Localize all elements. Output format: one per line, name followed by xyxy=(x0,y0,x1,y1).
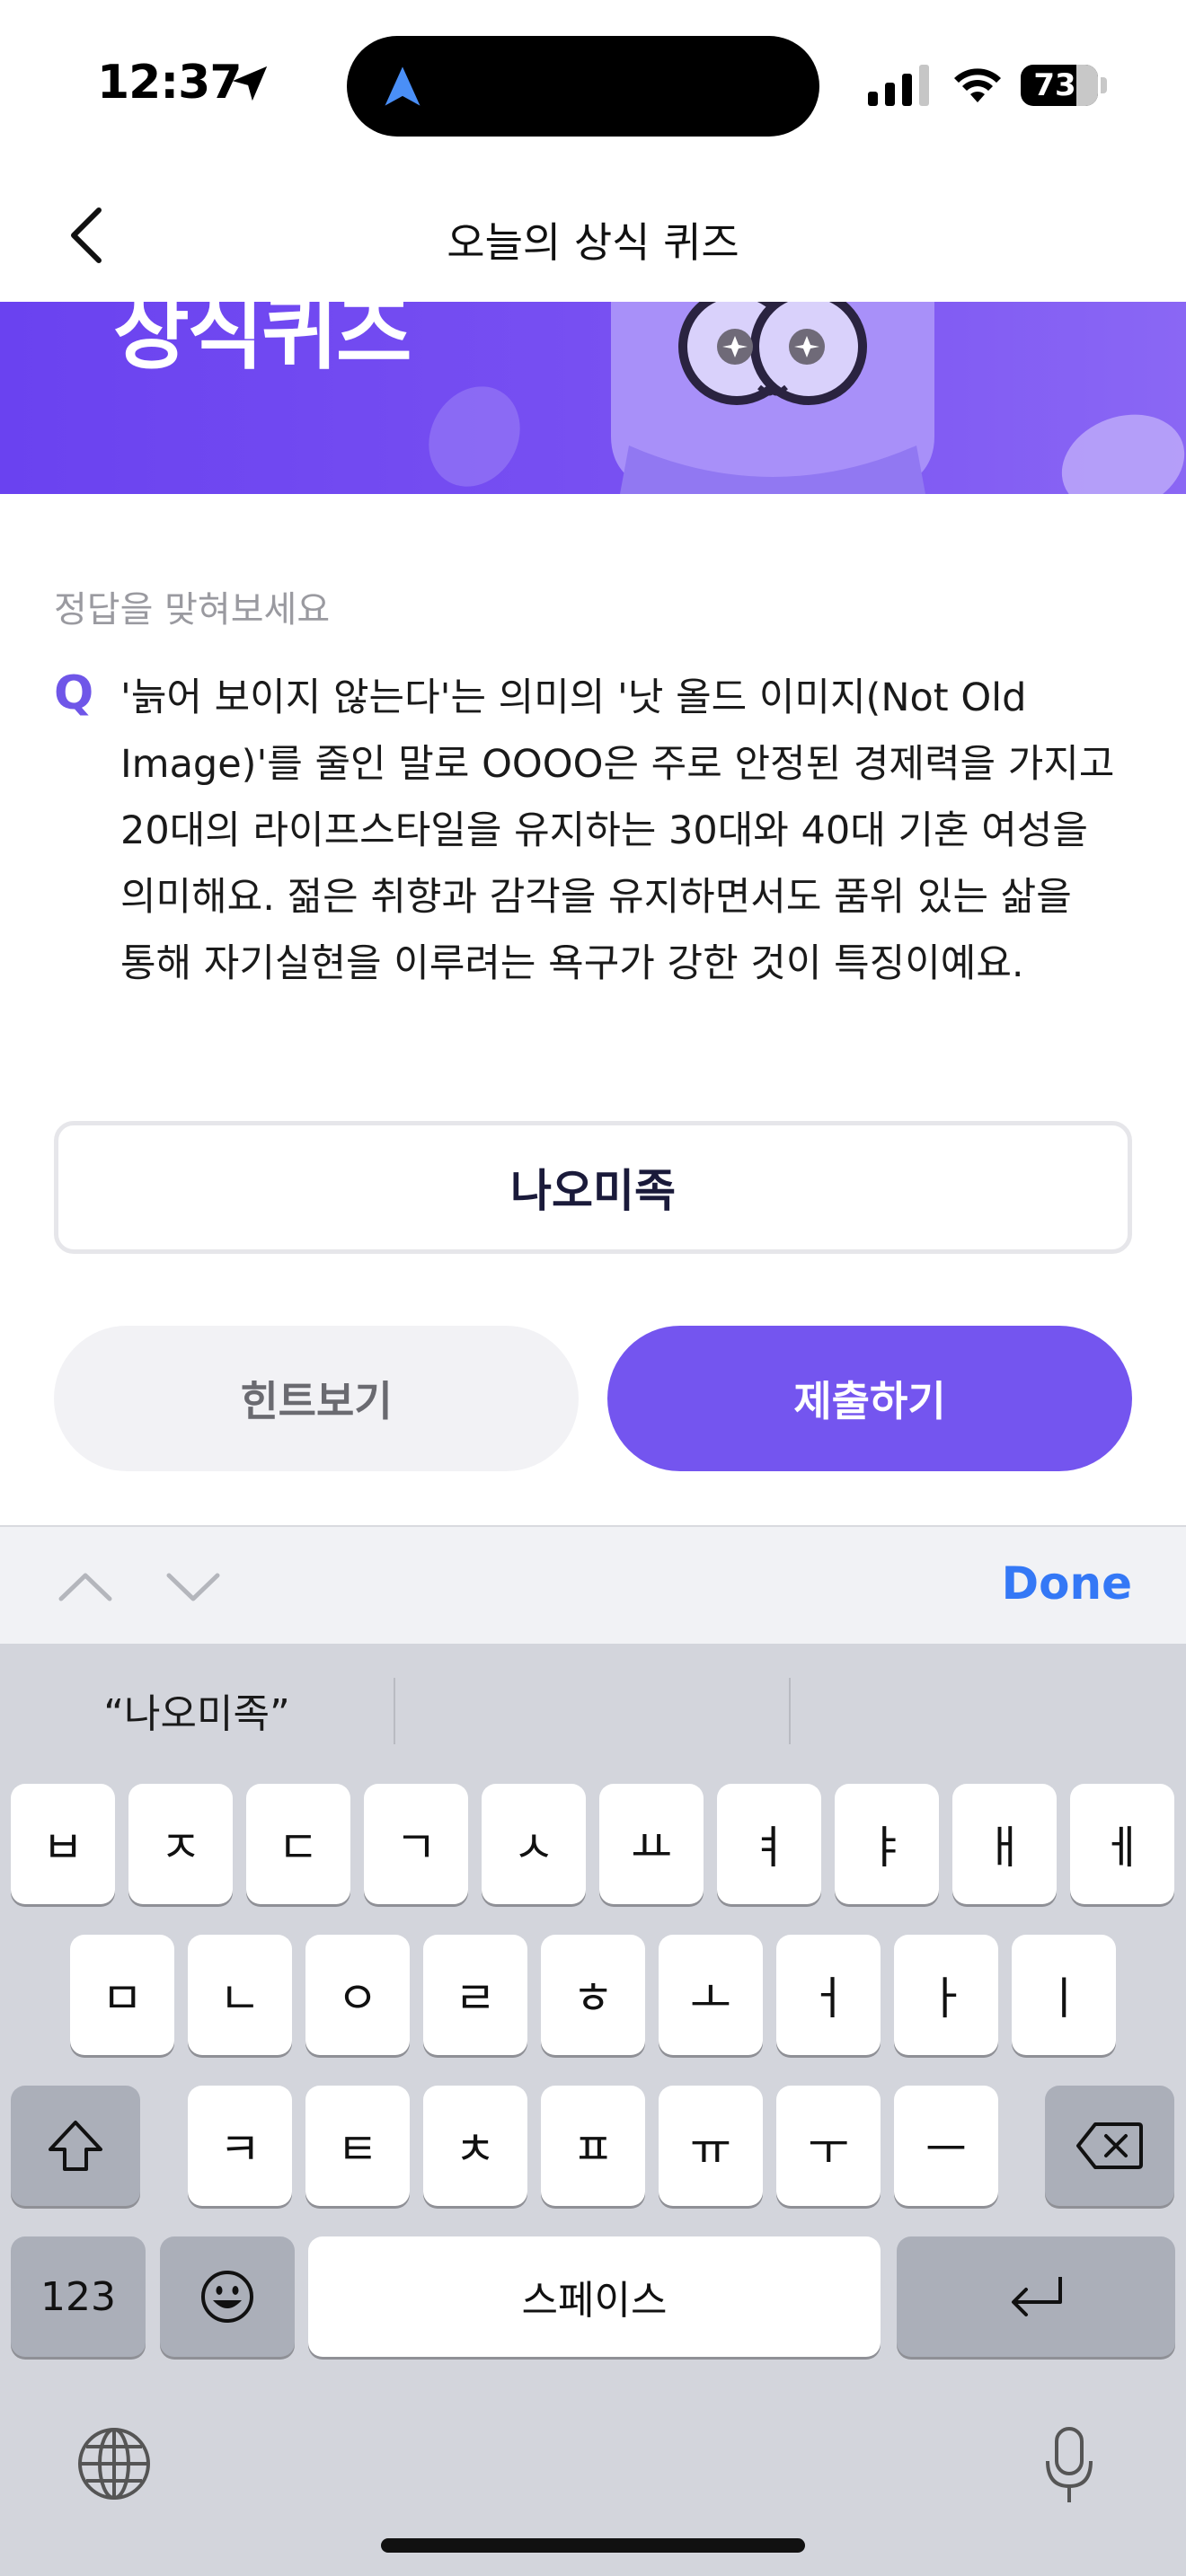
keyboard-accessory-bar: Done xyxy=(0,1525,1186,1644)
key[interactable]: ㅁ xyxy=(70,1935,174,2055)
question-text: '늙어 보이지 않는다'는 의미의 '낫 올드 이미지(Not Old Imag… xyxy=(120,675,1115,986)
chevron-down-icon[interactable] xyxy=(164,1559,223,1613)
key[interactable]: ㅛ xyxy=(599,1784,704,1904)
return-key[interactable] xyxy=(897,2236,1175,2357)
key[interactable]: ㅂ xyxy=(11,1784,115,1904)
key[interactable]: ㅠ xyxy=(659,2086,763,2206)
home-indicator xyxy=(381,2538,805,2553)
suggestion-item[interactable]: “나오미족” xyxy=(0,1681,394,1739)
quiz-banner: 상식퀴즈 xyxy=(0,302,1186,494)
keyboard: “나오미족” ㅂ ㅈ ㄷ ㄱ ㅅ ㅛ ㅕ ㅑ ㅐ ㅔ ㅁ ㄴ ㅇ ㄹ ㅎ ㅗ ㅓ… xyxy=(0,1644,1186,2576)
key[interactable]: ㅊ xyxy=(423,2086,527,2206)
key[interactable]: ㅅ xyxy=(482,1784,586,1904)
key[interactable]: ㅋ xyxy=(188,2086,292,2206)
key[interactable]: ㅔ xyxy=(1070,1784,1174,1904)
shift-key[interactable] xyxy=(11,2086,140,2206)
battery-icon: 73 xyxy=(1021,65,1107,106)
key[interactable]: ㅓ xyxy=(776,1935,881,2055)
quiz-prompt: 정답을 맞혀보세요 xyxy=(54,589,331,631)
delete-key[interactable] xyxy=(1045,2086,1174,2206)
key[interactable]: ㄷ xyxy=(246,1784,350,1904)
nav-header: 오늘의 상식 퀴즈 xyxy=(0,171,1186,302)
key[interactable]: ㄱ xyxy=(364,1784,468,1904)
emoji-icon xyxy=(201,2271,253,2323)
answer-value: 나오미족 xyxy=(510,1165,676,1217)
status-time: 12:37 xyxy=(97,56,243,110)
battery-level: 73 xyxy=(1033,67,1076,103)
key[interactable]: ㅑ xyxy=(835,1784,939,1904)
key[interactable]: ㅎ xyxy=(541,1935,645,2055)
question-marker: Q xyxy=(54,666,94,720)
submit-button[interactable]: 제출하기 xyxy=(607,1326,1132,1471)
numbers-key[interactable]: 123 xyxy=(11,2236,146,2357)
return-icon xyxy=(1012,2277,1062,2316)
key[interactable]: ㅌ xyxy=(305,2086,410,2206)
page-title: 오늘의 상식 퀴즈 xyxy=(447,218,739,267)
suggestion-divider xyxy=(789,1678,791,1744)
chevron-up-icon[interactable] xyxy=(56,1559,115,1613)
shift-icon xyxy=(49,2121,102,2171)
status-bar: 12:37 73 xyxy=(0,0,1186,171)
key[interactable]: ㅈ xyxy=(128,1784,233,1904)
location-arrow-icon xyxy=(232,66,268,101)
space-key[interactable]: 스페이스 xyxy=(308,2236,881,2357)
key[interactable]: ㅍ xyxy=(541,2086,645,2206)
microphone-icon[interactable] xyxy=(1042,2425,1096,2506)
banner-title: 상식퀴즈 xyxy=(113,302,412,381)
key[interactable]: ㅐ xyxy=(952,1784,1057,1904)
navigation-icon xyxy=(385,66,420,106)
suggestion-divider xyxy=(394,1678,395,1744)
done-button[interactable]: Done xyxy=(1002,1557,1132,1610)
key[interactable]: ㅕ xyxy=(717,1784,821,1904)
key[interactable]: ㄴ xyxy=(188,1935,292,2055)
globe-icon[interactable] xyxy=(75,2425,153,2502)
answer-input[interactable]: 나오미족 xyxy=(54,1121,1132,1254)
key[interactable]: ㅣ xyxy=(1012,1935,1116,2055)
hint-button[interactable]: 힌트보기 xyxy=(54,1326,579,1471)
dynamic-island xyxy=(347,36,819,137)
backspace-icon xyxy=(1076,2122,1143,2169)
key[interactable]: ㅜ xyxy=(776,2086,881,2206)
suggestion-bar: “나오미족” xyxy=(0,1644,1186,1775)
key[interactable]: ㅏ xyxy=(894,1935,998,2055)
key[interactable]: ㅗ xyxy=(659,1935,763,2055)
key[interactable]: ㅇ xyxy=(305,1935,410,2055)
cellular-signal-icon xyxy=(868,65,929,106)
wifi-icon xyxy=(954,68,1001,102)
key[interactable]: ㄹ xyxy=(423,1935,527,2055)
emoji-key[interactable] xyxy=(160,2236,295,2357)
key[interactable]: ㅡ xyxy=(894,2086,998,2206)
